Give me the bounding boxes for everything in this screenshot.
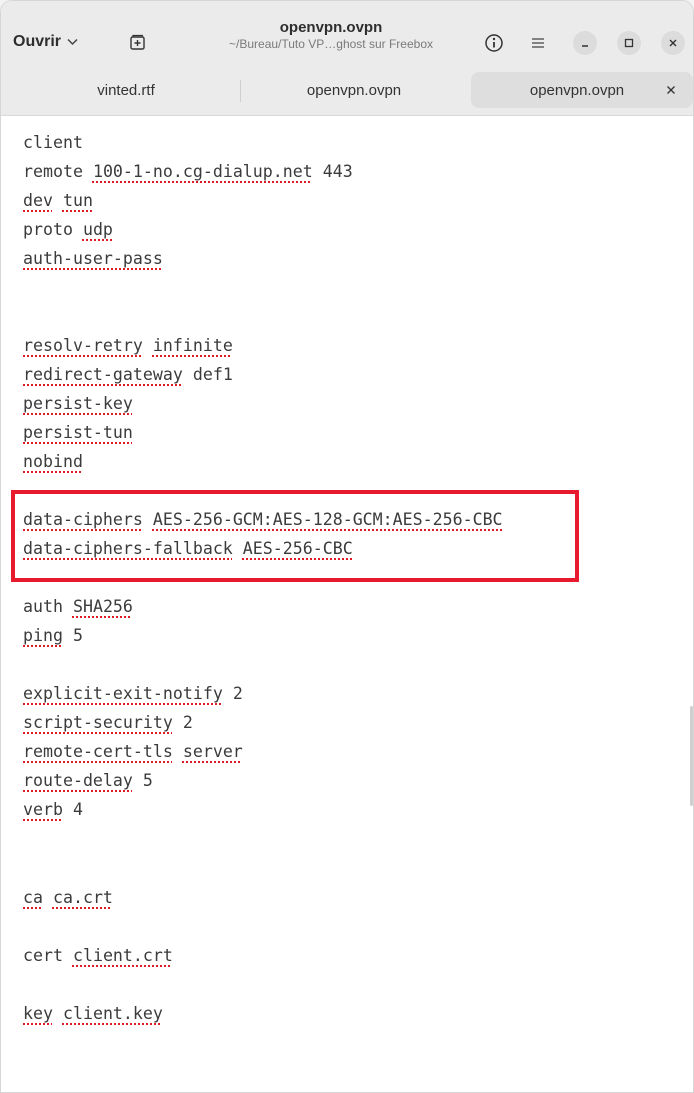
editor-line: cert client.crt — [23, 941, 173, 970]
editor-token: dev — [23, 191, 53, 210]
close-tab-icon[interactable] — [663, 82, 679, 98]
editor-line: script-security 2 — [23, 708, 193, 737]
editor-line: key client.key — [23, 999, 163, 1028]
editor-token: client — [23, 133, 83, 152]
editor-token: 2 — [182, 713, 193, 732]
editor-token: persist-key — [23, 394, 133, 413]
tab-label: vinted.rtf — [97, 81, 155, 99]
editor-token: data-ciphers — [23, 510, 143, 529]
editor-token: def1 — [192, 365, 233, 384]
editor-line: persist-key — [23, 389, 133, 418]
editor-token: client.crt — [72, 946, 173, 965]
editor-token: 2 — [232, 684, 243, 703]
editor-token: tun — [62, 191, 93, 210]
editor-token: explicit-exit-notify — [23, 684, 223, 703]
window-title: openvpn.ovpn ~/Bureau/Tuto VP…ghost sur … — [181, 19, 481, 52]
editor-token: 443 — [322, 162, 353, 181]
info-icon[interactable] — [481, 30, 507, 56]
editor-line: auth-user-pass — [23, 244, 163, 273]
editor-token: 5 — [142, 771, 153, 790]
tab-bar: vinted.rtf openvpn.ovpn openvpn.ovpn — [1, 66, 693, 116]
close-window-button[interactable] — [661, 31, 685, 55]
editor-token: script-security — [23, 713, 173, 732]
editor-line: proto udp — [23, 215, 113, 244]
editor-token: 4 — [72, 800, 83, 819]
editor-token: proto — [23, 220, 73, 239]
editor-token: AES-256-CBC — [242, 539, 353, 558]
document-title: openvpn.ovpn — [279, 19, 383, 36]
new-tab-icon[interactable] — [129, 33, 147, 51]
tab-vinted[interactable]: vinted.rtf — [13, 72, 239, 108]
editor-token: infinite — [152, 336, 233, 355]
editor-token: nobind — [23, 452, 83, 471]
editor-line: verb 4 — [23, 795, 83, 824]
editor-line: persist-tun — [23, 418, 133, 447]
open-button-label: Ouvrir — [13, 33, 62, 50]
minimize-button[interactable] — [573, 31, 597, 55]
editor-token: route-delay — [23, 771, 133, 790]
editor-token: data-ciphers-fallback — [23, 539, 233, 558]
editor-token: auth — [23, 597, 63, 616]
editor-token: SHA256 — [72, 597, 133, 616]
editor-line: nobind — [23, 447, 83, 476]
editor-token: remote-cert-tls — [23, 742, 173, 761]
editor-token: udp — [82, 220, 113, 239]
editor-token: remote — [23, 162, 83, 181]
editor-token: persist-tun — [23, 423, 133, 442]
tab-openvpn[interactable]: openvpn.ovpn — [241, 72, 467, 108]
editor-token: 5 — [72, 626, 83, 645]
header-bar: Ouvrir openvpn.ovpn ~/Bureau/Tuto VP…gho… — [1, 1, 693, 66]
chevron-down-icon — [67, 35, 78, 49]
editor-token: AES-256-GCM:AES-128-GCM:AES-256-CBC — [152, 510, 503, 529]
maximize-button[interactable] — [617, 31, 641, 55]
editor-line: ca ca.crt — [23, 883, 113, 912]
editor-token: 100-1-no.cg-dialup.net — [92, 162, 313, 181]
editor-token: auth-user-pass — [23, 249, 163, 268]
text-editor-window: Ouvrir openvpn.ovpn ~/Bureau/Tuto VP…gho… — [0, 0, 694, 1093]
menu-icon[interactable] — [525, 30, 551, 56]
editor-line: resolv-retry infinite — [23, 331, 233, 360]
editor-token: cert — [23, 946, 63, 965]
scrollbar[interactable] — [690, 706, 693, 806]
editor-line: redirect-gateway def1 — [23, 360, 233, 389]
editor-token: client.key — [62, 1004, 163, 1023]
editor-token: key — [23, 1004, 53, 1023]
editor-token: resolv-retry — [23, 336, 143, 355]
editor-line: data-ciphers AES-256-GCM:AES-128-GCM:AES… — [23, 505, 503, 534]
editor-token: ca.crt — [52, 888, 113, 907]
tab-openvpn-active[interactable]: openvpn.ovpn — [471, 72, 693, 108]
editor-token: ca — [23, 888, 43, 907]
editor-line: data-ciphers-fallback AES-256-CBC — [23, 534, 353, 563]
editor-token: ping — [23, 626, 63, 645]
editor-text-area[interactable]: client remote 100-1-no.cg-dialup.net 443 d… — [1, 116, 693, 1092]
editor-line: remote 100-1-no.cg-dialup.net 443 — [23, 157, 353, 186]
tab-label: openvpn.ovpn — [306, 81, 402, 99]
editor-line: route-delay 5 — [23, 766, 153, 795]
editor-line: ping 5 — [23, 621, 83, 650]
editor-token: verb — [23, 800, 63, 819]
editor-line: remote-cert-tls server — [23, 737, 243, 766]
editor-line: dev tun — [23, 186, 93, 215]
document-path: ~/Bureau/Tuto VP…ghost sur Freebox — [229, 37, 433, 51]
editor-line: auth SHA256 — [23, 592, 133, 621]
editor-line: client — [23, 128, 83, 157]
editor-token: server — [182, 742, 243, 761]
open-button[interactable]: Ouvrir — [13, 25, 78, 59]
editor-token: redirect-gateway — [23, 365, 183, 384]
tab-label: openvpn.ovpn — [529, 81, 625, 99]
editor-line: explicit-exit-notify 2 — [23, 679, 243, 708]
